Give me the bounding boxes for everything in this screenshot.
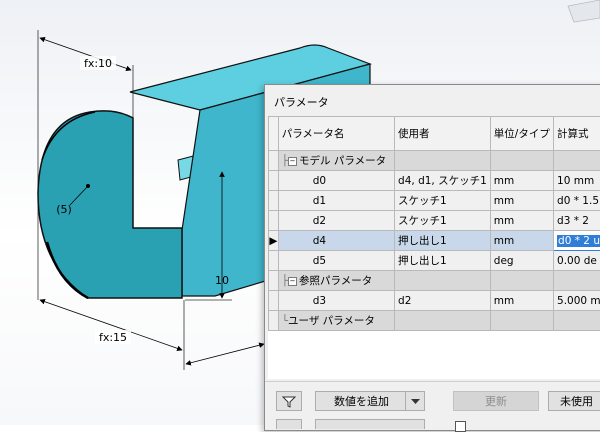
view-cube-icon[interactable] [568, 0, 600, 22]
column-header[interactable]: 計算式 [554, 117, 600, 151]
unit-cell[interactable]: mm [490, 291, 553, 311]
param-name-cell[interactable]: d3 [278, 291, 394, 311]
add-numeric-button[interactable]: 数値を追加 [315, 391, 425, 411]
table-row[interactable]: d3 d2 mm 5.000 m [269, 291, 600, 311]
used-by-cell: スケッチ1 [395, 211, 491, 231]
unit-cell[interactable]: mm [490, 211, 553, 231]
checkbox[interactable] [455, 421, 466, 432]
add-numeric-label: 数値を追加 [316, 392, 407, 412]
used-by-cell: d4, d1, スケッチ1 [395, 171, 491, 191]
collapse-icon[interactable]: − [288, 277, 297, 286]
table-empty-area [268, 330, 600, 379]
dim-line-depth[interactable] [186, 344, 264, 364]
current-row-indicator-icon: ▶ [269, 231, 279, 251]
group-row[interactable]: ├−参照パラメータ [269, 271, 600, 291]
column-header[interactable]: パラメータ名 [278, 117, 394, 151]
expression-cell[interactable]: d3 * 2 [554, 211, 600, 231]
link-button[interactable] [315, 419, 425, 429]
group-row[interactable]: ├−モデル パラメータ [269, 151, 600, 171]
expression-cell[interactable]: 0.00 de [554, 251, 600, 271]
unit-cell[interactable]: mm [490, 191, 553, 211]
chevron-down-icon[interactable] [405, 392, 424, 410]
collapse-icon[interactable]: − [288, 157, 297, 166]
used-by-cell: d2 [395, 291, 491, 311]
unused-button[interactable]: 未使用 [548, 391, 600, 411]
param-name-cell[interactable]: d1 [278, 191, 394, 211]
group-label: ユーザ パラメータ [288, 315, 375, 327]
expression-edit-cell[interactable]: d0 * 2 u [554, 231, 600, 251]
header-corner [269, 117, 279, 151]
table-row-selected[interactable]: ▶ d4 押し出し1 mm d0 * 2 u [269, 231, 600, 251]
unit-cell[interactable]: deg [490, 251, 553, 271]
expression-cell[interactable]: 5.000 m [554, 291, 600, 311]
table-row[interactable]: d2 スケッチ1 mm d3 * 2 [269, 211, 600, 231]
unit-cell[interactable]: mm [490, 171, 553, 191]
parameters-dialog: パラメータ パラメータ名 使用者 単位/タイプ 計算式 ├−モデル パラメータ … [264, 84, 600, 431]
expression-cell[interactable]: d0 * 1.5 [554, 191, 600, 211]
column-header[interactable]: 単位/タイプ [490, 117, 553, 151]
dim-label-height[interactable]: 10 [215, 274, 229, 287]
param-name-cell[interactable]: d4 [278, 231, 394, 251]
help-button[interactable] [276, 419, 302, 429]
expression-cell[interactable]: 10 mm [554, 171, 600, 191]
used-by-cell: 押し出し1 [395, 231, 491, 251]
divider [265, 381, 600, 382]
param-name-cell[interactable]: d2 [278, 211, 394, 231]
table-row[interactable]: d5 押し出し1 deg 0.00 de [269, 251, 600, 271]
expression-selected-text[interactable]: d0 * 2 u [557, 235, 600, 247]
group-label: モデル パラメータ [299, 155, 386, 167]
used-by-cell: 押し出し1 [395, 251, 491, 271]
dim-label-radius[interactable]: (5) [56, 203, 72, 216]
dim-label-bottom[interactable]: fx:15 [99, 331, 127, 344]
parameters-table: パラメータ名 使用者 単位/タイプ 計算式 ├−モデル パラメータ d0 d4,… [268, 116, 600, 331]
table-header-row: パラメータ名 使用者 単位/タイプ 計算式 [269, 117, 600, 151]
unit-cell[interactable]: mm [490, 231, 553, 251]
group-row[interactable]: └ユーザ パラメータ [269, 311, 600, 331]
dim-label-top[interactable]: fx:10 [84, 57, 112, 70]
table-row[interactable]: d0 d4, d1, スケッチ1 mm 10 mm [269, 171, 600, 191]
column-header[interactable]: 使用者 [395, 117, 491, 151]
param-name-cell[interactable]: d5 [278, 251, 394, 271]
used-by-cell: スケッチ1 [395, 191, 491, 211]
filter-button[interactable] [276, 391, 302, 411]
dialog-title: パラメータ [274, 94, 329, 110]
group-label: 参照パラメータ [299, 275, 372, 287]
filter-icon [282, 396, 296, 408]
table-row[interactable]: d1 スケッチ1 mm d0 * 1.5 [269, 191, 600, 211]
update-button[interactable]: 更新 [453, 391, 539, 411]
param-name-cell[interactable]: d0 [278, 171, 394, 191]
